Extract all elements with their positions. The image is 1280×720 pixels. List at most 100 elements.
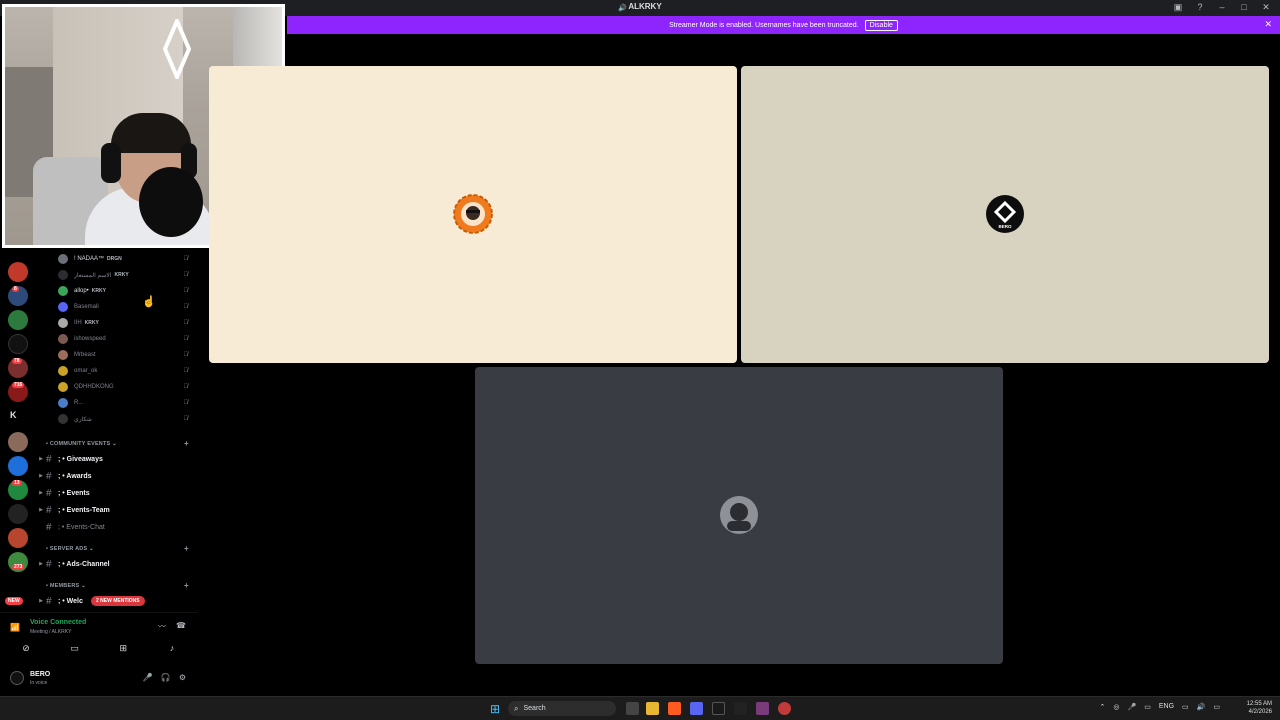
app-icon[interactable]	[734, 702, 747, 715]
windows-start-icon[interactable]: ⊞	[490, 702, 500, 716]
avatar	[58, 334, 68, 344]
add-channel-icon[interactable]: +	[184, 581, 189, 590]
server-icon[interactable]	[8, 432, 28, 452]
voice-channel-path[interactable]: Meeting / ALKRKY	[30, 629, 71, 635]
close-button[interactable]: ✕	[1260, 2, 1272, 13]
channel-ads[interactable]: ▶ # ; • Ads-Channel	[36, 557, 196, 571]
network-icon[interactable]: ▭	[1182, 703, 1189, 711]
help-icon[interactable]: ?	[1194, 2, 1206, 13]
channel-events-team[interactable]: ▶ # ; • Events-Team	[36, 503, 196, 517]
server-icon[interactable]	[8, 262, 28, 282]
channel-label: ; • Events-Team	[58, 506, 110, 514]
hash-icon: #	[46, 470, 52, 482]
language-indicator[interactable]: ENG	[1159, 703, 1174, 711]
video-tile[interactable]: BERO	[741, 66, 1269, 363]
task-view-icon[interactable]	[626, 702, 639, 715]
clan-tag: KRKY	[91, 288, 106, 294]
channel-giveaways[interactable]: ▶ # ; • Giveaways	[36, 452, 196, 466]
soundboard-icon[interactable]: ♪	[154, 643, 190, 657]
tray-icon[interactable]: ◎	[1113, 703, 1119, 711]
search-label: Search	[523, 705, 546, 712]
hash-icon: #	[46, 487, 52, 499]
voice-user[interactable]: Mrbeast 🎙̸	[58, 348, 198, 362]
headset-icon[interactable]: 🎧	[161, 673, 171, 682]
category-label: MEMBERS	[49, 583, 80, 589]
gear-icon[interactable]: ⚙	[179, 673, 186, 682]
channel-awards[interactable]: ▶ # ; • Awards	[36, 469, 196, 483]
disable-button[interactable]: Disable	[864, 20, 898, 31]
avatar	[58, 302, 68, 312]
mic-off-icon: 🎙̸	[183, 336, 189, 342]
avatar-label: BERO	[998, 224, 1012, 229]
disconnect-icon[interactable]: ☎	[176, 621, 186, 632]
add-channel-icon[interactable]: +	[184, 544, 189, 553]
taskbar-search[interactable]: ⌕ Search	[508, 701, 616, 716]
activities-icon[interactable]: ⊞	[105, 643, 141, 657]
participant-avatar	[453, 194, 493, 234]
server-icon[interactable]	[8, 456, 28, 476]
category-community-events[interactable]: • COMMUNITY EVENTS ⌄ +	[46, 439, 189, 448]
mic-off-icon: 🎙̸	[183, 320, 189, 326]
voice-user[interactable]: الاسم المستعار KRKY 🎙̸	[58, 268, 198, 282]
voice-user[interactable]: allop• KRKY 🎙̸	[58, 284, 198, 298]
voice-user[interactable]: omar_ok 🎙̸	[58, 364, 198, 378]
app-icon[interactable]	[756, 702, 769, 715]
maximize-button[interactable]: □	[1238, 2, 1250, 13]
mic-icon[interactable]: 🎤	[1128, 703, 1137, 711]
clock[interactable]: 12:55 AM 4/2/2026	[1247, 700, 1272, 716]
search-icon: ⌕	[514, 703, 519, 713]
new-mentions-pill[interactable]: 2 NEW MENTIONS	[91, 596, 145, 606]
discord-icon[interactable]	[690, 702, 703, 715]
voice-user[interactable]: ! NADAA™ DRGN 🎙̸	[58, 252, 198, 266]
taskbar: ⊞ ⌕ Search ⌃ ◎ 🎤 ▭ ENG ▭ 🔊 ▭ 12:55 AM 4/2/…	[0, 696, 1280, 720]
tray-icon[interactable]: ▭	[1144, 703, 1151, 711]
signal-icon[interactable]: 📶	[10, 623, 20, 632]
voice-user[interactable]: R... 🎙̸	[58, 396, 198, 410]
new-pill[interactable]: NEW	[5, 597, 23, 605]
add-channel-icon[interactable]: +	[184, 439, 189, 448]
clan-tag: KRKY	[84, 320, 99, 326]
unread-badge: 273	[12, 564, 25, 570]
avatar[interactable]	[10, 671, 24, 685]
mic-icon[interactable]: 🎤	[143, 673, 153, 682]
brave-browser-icon[interactable]	[668, 702, 681, 715]
noise-suppression-icon[interactable]: 〰	[158, 621, 166, 632]
file-explorer-icon[interactable]	[646, 702, 659, 715]
user-area: BERO In voice 🎤 🎧 ⚙	[0, 667, 198, 693]
voice-user[interactable]: Basemali 🎙̸	[58, 300, 198, 314]
speaker-icon: 🔊	[618, 5, 628, 12]
video-tile[interactable]	[209, 66, 737, 363]
minimize-button[interactable]: –	[1216, 2, 1228, 13]
voice-user[interactable]: ishowspeed 🎙̸	[58, 332, 198, 346]
server-icon[interactable]	[8, 334, 28, 354]
server-icon[interactable]	[8, 528, 28, 548]
server-icon[interactable]	[8, 504, 28, 524]
category-server-ads[interactable]: • SERVER ADS ⌄ +	[46, 544, 189, 553]
inbox-icon[interactable]: ▣	[1172, 2, 1184, 13]
volume-icon[interactable]: 🔊	[1197, 703, 1206, 711]
voice-user-name: ! NADAA™	[74, 256, 105, 262]
chevron-up-icon[interactable]: ⌃	[1100, 703, 1106, 711]
category-members[interactable]: • MEMBERS ⌄ +	[46, 581, 189, 590]
channel-events-chat[interactable]: # ; • Events-Chat	[36, 520, 196, 534]
server-letter-icon[interactable]: K	[10, 410, 17, 420]
hash-icon: #	[46, 558, 52, 570]
server-icon[interactable]	[8, 310, 28, 330]
screen-share-icon[interactable]: ▭	[57, 643, 93, 657]
voice-user[interactable]: شكاري 🎙̸	[58, 412, 198, 426]
obs-icon[interactable]	[778, 702, 791, 715]
voice-user[interactable]: IIH KRKY 🎙̸	[58, 316, 198, 330]
voice-user[interactable]: QDHHDKONG 🎙̸	[58, 380, 198, 394]
avatar	[58, 318, 68, 328]
avatar	[58, 382, 68, 392]
camera-off-icon[interactable]: ⊘	[8, 643, 44, 657]
battery-icon[interactable]: ▭	[1213, 703, 1220, 711]
voice-status[interactable]: Voice Connected	[30, 619, 86, 626]
unread-badge: 716	[12, 382, 25, 388]
channel-events[interactable]: ▶ # ; • Events	[36, 486, 196, 500]
mic-off-icon: 🎙̸	[183, 400, 189, 406]
app-icon[interactable]	[712, 702, 725, 715]
close-icon[interactable]: ✕	[1264, 19, 1272, 30]
user-name[interactable]: BERO	[30, 671, 50, 678]
video-tile[interactable]	[475, 367, 1003, 664]
